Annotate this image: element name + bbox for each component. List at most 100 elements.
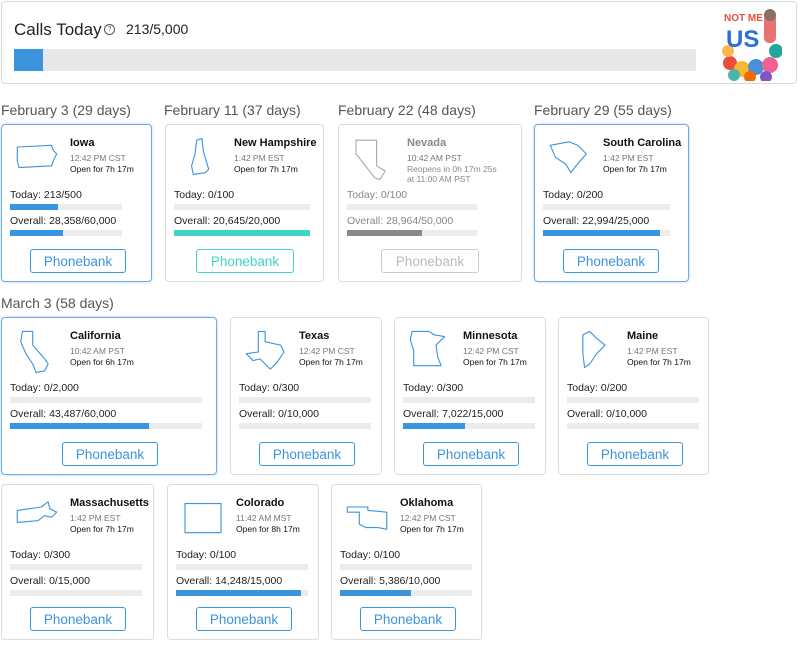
phonebank-button-maine[interactable]: Phonebank [587,442,683,466]
overall-progress-bar [403,423,535,429]
info-icon[interactable]: ? [104,24,115,35]
logo-not-me-text: NOT ME [724,13,763,24]
state-local-time: 12:42 PM CST [70,153,126,163]
phonebank-button-minnesota[interactable]: Phonebank [423,442,519,466]
massachusetts-outline-icon [16,501,58,523]
state-card-oklahoma: Oklahoma 12:42 PM CST Open for 7h 17m To… [331,484,482,640]
today-progress-bar [567,397,699,403]
state-card-south-carolina: South Carolina 1:42 PM EST Open for 7h 1… [534,124,689,282]
overall-progress-bar [10,423,202,429]
state-name: Nevada [407,137,447,149]
state-name: Texas [299,330,330,342]
calls-today-progress-fill [14,49,43,71]
state-local-time: 10:42 AM PST [70,346,125,356]
overall-progress-label: Overall: 0/10,000 [239,408,319,420]
state-local-time: 11:42 AM MST [236,513,292,523]
today-progress-bar [174,204,310,210]
overall-progress-bar [543,230,670,236]
oklahoma-outline-icon [346,506,388,530]
overall-progress-label: Overall: 5,386/10,000 [340,575,441,587]
today-progress-bar [10,204,122,210]
phonebank-button-california[interactable]: Phonebank [62,442,158,466]
overall-progress-label: Overall: 20,645/20,000 [174,215,281,227]
state-local-time: 10:42 AM PST [407,153,462,163]
state-local-time: 12:42 PM CST [463,346,519,356]
south-carolina-outline-icon [549,141,587,174]
today-progress-label: Today: 0/2,000 [10,382,79,394]
state-name: Oklahoma [400,497,454,509]
overall-progress-label: Overall: 7,022/15,000 [403,408,504,420]
state-name: Maine [627,330,659,342]
overall-progress-bar [176,590,308,596]
colorado-outline-icon [184,503,222,534]
phonebank-button-oklahoma[interactable]: Phonebank [360,607,456,631]
today-progress-bar [347,204,477,210]
state-card-iowa: Iowa 12:42 PM CST Open for 7h 17m Today:… [1,124,152,282]
maine-outline-icon [582,330,606,368]
state-open-status: Open for 7h 17m [463,357,527,367]
state-open-status: Open for 7h 17m [299,357,363,367]
state-open-status: Open for 7h 17m [400,524,464,534]
overall-progress-fill [340,590,411,596]
section-heading-february-3: February 3 (29 days) [1,102,131,118]
state-card-maine: Maine 1:42 PM EST Open for 7h 17m Today:… [558,317,709,475]
state-open-status: Reopens in 0h 17m 25s [407,164,497,174]
section-heading-february-29: February 29 (55 days) [534,102,672,118]
section-heading-february-11: February 11 (37 days) [164,102,301,118]
calls-today-panel: Calls Today ? 213/5,000 NOT ME US [1,1,797,84]
today-progress-label: Today: 0/300 [239,382,300,394]
today-progress-fill [10,204,58,210]
california-outline-icon [20,330,49,374]
phonebank-button-colorado[interactable]: Phonebank [196,607,292,631]
today-progress-label: Today: 0/100 [347,189,408,201]
today-progress-bar [10,564,142,570]
state-local-time: 12:42 PM CST [299,346,355,356]
state-card-colorado: Colorado 11:42 AM MST Open for 8h 17m To… [167,484,319,640]
logo-us-text: US [726,26,759,53]
state-card-massachusetts: Massachusetts 1:42 PM EST Open for 7h 17… [1,484,154,640]
nevada-outline-icon [355,139,386,181]
state-open-status: Open for 7h 17m [627,357,691,367]
today-progress-label: Today: 0/100 [340,549,401,561]
new-hampshire-outline-icon [191,137,210,175]
state-name: Colorado [236,497,285,509]
phonebank-button-iowa[interactable]: Phonebank [30,249,126,273]
section-heading-february-22: February 22 (48 days) [338,102,476,118]
phonebank-button-nevada[interactable]: Phonebank [381,249,479,273]
today-progress-label: Today: 0/200 [567,382,628,394]
today-progress-bar [543,204,670,210]
today-progress-bar [403,397,535,403]
state-local-time: 1:42 PM EST [627,346,678,356]
state-local-time: 1:42 PM EST [70,513,121,523]
today-progress-bar [340,564,472,570]
state-card-minnesota: Minnesota 12:42 PM CST Open for 7h 17m T… [394,317,546,475]
today-progress-bar [239,397,371,403]
overall-progress-bar [567,423,699,429]
state-card-california: California 10:42 AM PST Open for 6h 17m … [1,317,217,475]
calls-today-count: 213/5,000 [126,21,189,37]
overall-progress-bar [10,230,122,236]
overall-progress-label: Overall: 14,248/15,000 [176,575,283,587]
state-card-texas: Texas 12:42 PM CST Open for 7h 17m Today… [230,317,382,475]
state-name: Minnesota [463,330,518,342]
overall-progress-fill [347,230,422,236]
phonebank-button-south-carolina[interactable]: Phonebank [563,249,659,273]
section-heading-march-3: March 3 (58 days) [1,295,114,311]
phonebank-button-new-hampshire[interactable]: Phonebank [196,249,294,273]
today-progress-label: Today: 0/300 [403,382,464,394]
today-progress-label: Today: 0/100 [176,549,237,561]
overall-progress-fill [10,230,63,236]
state-reopen-time: at 11:00 AM PST [407,174,471,184]
calls-today-title: Calls Today [14,20,102,39]
phonebank-button-texas[interactable]: Phonebank [259,442,355,466]
state-open-status: Open for 6h 17m [70,357,134,367]
state-name: New Hampshire [234,137,317,149]
today-progress-label: Today: 0/200 [543,189,604,201]
overall-progress-bar [174,230,310,236]
overall-progress-fill [10,423,149,429]
state-open-status: Open for 8h 17m [236,524,300,534]
overall-progress-label: Overall: 28,358/60,000 [10,215,117,227]
overall-progress-bar [340,590,472,596]
state-open-status: Open for 7h 17m [70,164,134,174]
phonebank-button-massachusetts[interactable]: Phonebank [30,607,126,631]
